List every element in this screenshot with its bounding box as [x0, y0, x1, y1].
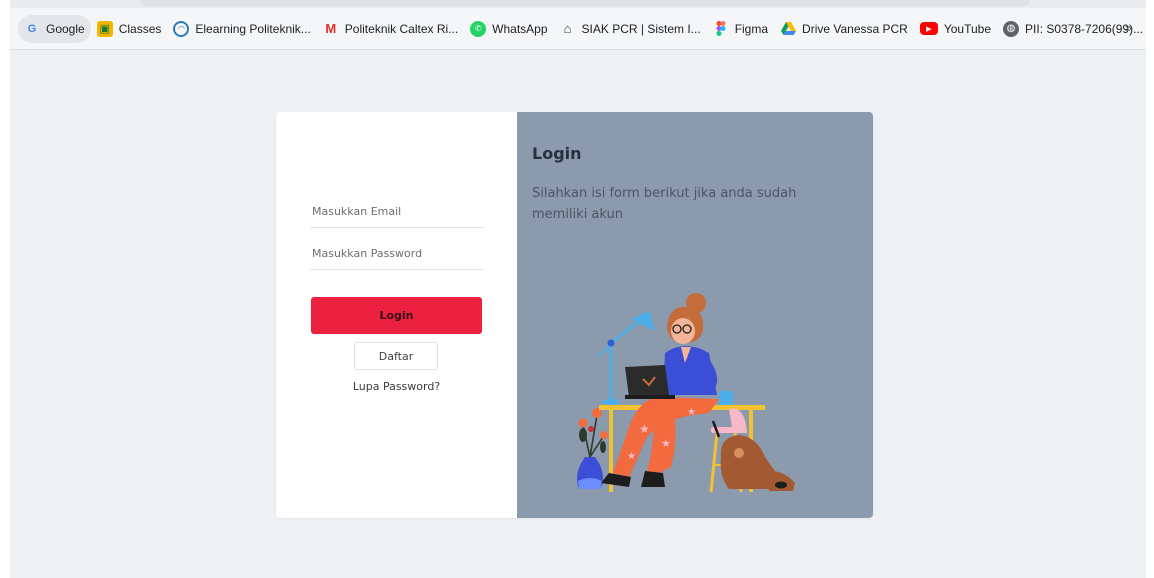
flower-vase — [577, 408, 608, 489]
bookmark-label: Google — [46, 21, 85, 36]
whatsapp-icon: ✆ — [470, 20, 487, 37]
forgot-password-link[interactable]: Lupa Password? — [276, 380, 517, 393]
bookmarks-bar: G Google ▣ Classes ◠ Elearning Politekni… — [10, 8, 1146, 50]
password-input[interactable] — [310, 244, 484, 270]
bookmark-label: SIAK PCR | Sistem I... — [581, 21, 701, 36]
svg-text:★: ★ — [661, 438, 671, 450]
elearning-icon: ◠ — [173, 20, 190, 37]
bookmark-elearning[interactable]: ◠ Elearning Politeknik... — [167, 15, 316, 43]
svg-text:★: ★ — [639, 422, 650, 436]
google-icon: G — [27, 22, 37, 35]
bookmark-label: Elearning Politeknik... — [195, 21, 311, 36]
login-card: Login Daftar Lupa Password? Login Silahk… — [276, 112, 873, 518]
gmail-icon: M — [325, 21, 337, 36]
bookmark-label: Classes — [118, 21, 162, 36]
login-form: Login Daftar Lupa Password? — [276, 112, 517, 518]
bookmark-figma[interactable]: Figma — [707, 15, 774, 43]
page-content: Login Daftar Lupa Password? Login Silahk… — [10, 50, 1146, 578]
woman-at-desk-illustration: ★ ★ ★ ★ — [577, 293, 795, 493]
bookmark-youtube[interactable]: ▶ YouTube — [914, 15, 997, 43]
bookmarks-overflow-button[interactable]: » — [1125, 20, 1132, 35]
browser-toolbar-fragment — [10, 0, 1146, 8]
bookmark-classes[interactable]: ▣ Classes — [91, 15, 168, 43]
bookmark-siak[interactable]: ⌂ SIAK PCR | Sistem I... — [554, 15, 707, 43]
bookmark-whatsapp[interactable]: ✆ WhatsApp — [464, 15, 553, 43]
info-panel: Login Silahkan isi form berikut jika and… — [517, 112, 873, 518]
bookmark-label: Politeknik Caltex Ri... — [344, 21, 459, 36]
login-button[interactable]: Login — [311, 297, 482, 334]
bookmark-label: YouTube — [943, 21, 992, 36]
address-bar-fragment[interactable] — [140, 0, 1030, 6]
classroom-icon: ▣ — [96, 20, 113, 37]
bookmark-label: Drive Vanessa PCR — [802, 21, 908, 36]
svg-text:★: ★ — [627, 451, 636, 462]
building-icon: ⌂ — [563, 21, 572, 36]
email-input[interactable] — [310, 202, 484, 228]
bookmark-google[interactable]: G Google — [18, 14, 91, 43]
bookmark-politeknik-mail[interactable]: M Politeknik Caltex Ri... — [317, 15, 464, 43]
mug — [719, 391, 733, 405]
bookmark-label: WhatsApp — [492, 21, 548, 36]
figma-icon — [713, 21, 729, 37]
bookmark-label: Figma — [734, 21, 769, 36]
drive-icon — [780, 21, 796, 37]
svg-text:★: ★ — [687, 407, 696, 418]
bookmark-drive[interactable]: Drive Vanessa PCR — [774, 15, 914, 43]
register-button[interactable]: Daftar — [354, 342, 438, 370]
info-title: Login — [532, 144, 582, 163]
globe-icon: ◍ — [1003, 20, 1020, 37]
info-description: Silahkan isi form berikut jika anda suda… — [532, 186, 797, 222]
youtube-icon: ▶ — [919, 22, 938, 35]
